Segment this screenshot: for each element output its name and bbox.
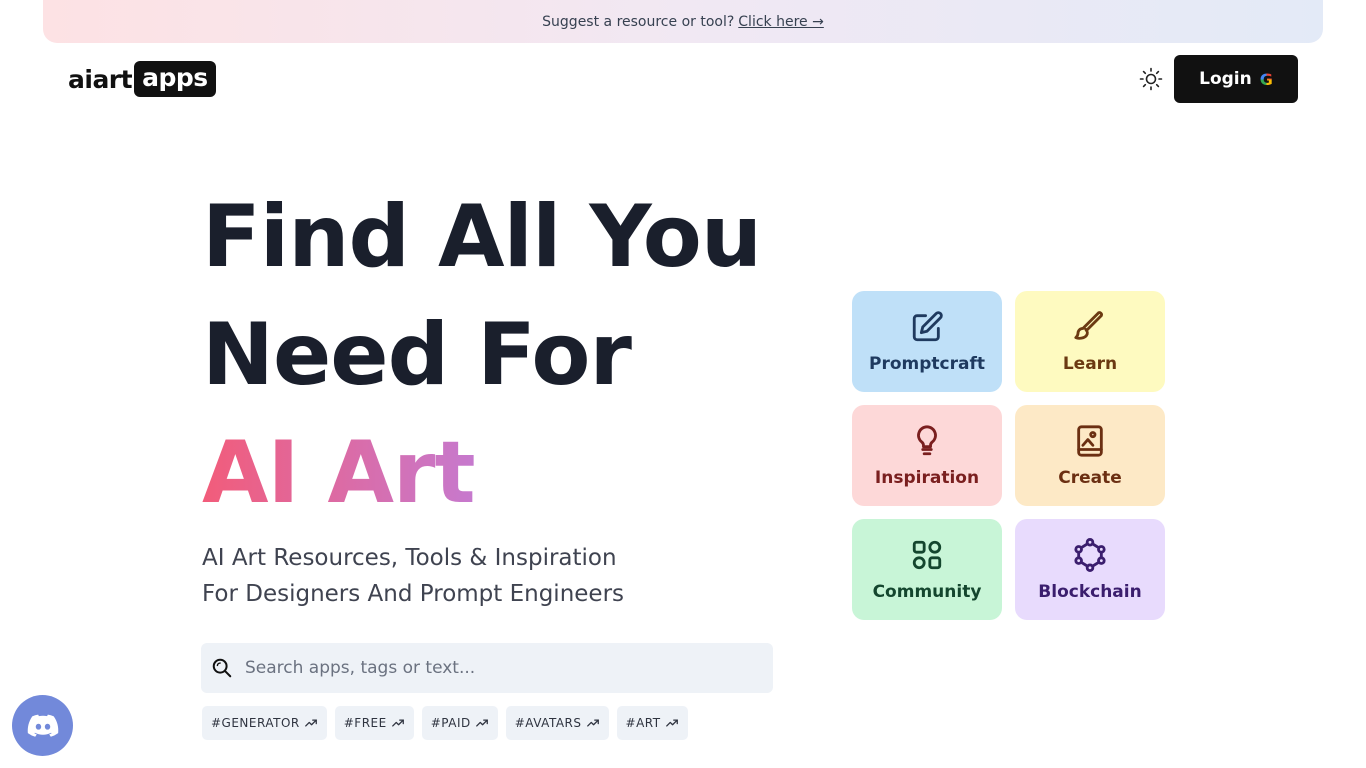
category-label: Blockchain (1038, 581, 1142, 602)
category-blockchain[interactable]: Blockchain (1015, 519, 1165, 620)
search-input[interactable] (245, 658, 773, 678)
hero-line-1: Find All You (202, 187, 762, 287)
google-icon: G (1259, 69, 1273, 89)
trending-icon (475, 719, 488, 727)
search-icon (211, 657, 233, 679)
trending-icon (665, 719, 678, 727)
tag-avatars[interactable]: #AVATARS (505, 706, 609, 740)
grid-shapes-icon (912, 540, 942, 569)
hero-heading: Find All You Need For AI Art (202, 178, 822, 532)
image-book-icon (1077, 424, 1103, 457)
brush-icon (1074, 310, 1103, 340)
theme-toggle-sun-icon[interactable] (1139, 67, 1163, 91)
tag-label: #FREE (343, 716, 387, 730)
category-inspiration[interactable]: Inspiration (852, 405, 1002, 506)
logo[interactable]: aiart apps (68, 61, 216, 97)
discord-button[interactable] (12, 695, 73, 756)
lightbulb-icon (917, 424, 937, 455)
category-grid: Promptcraft Learn Inspiration Create Com… (852, 291, 1165, 620)
tag-art[interactable]: #ART (616, 706, 688, 740)
search-bar (201, 643, 773, 693)
tag-label: #AVATARS (514, 716, 582, 730)
trending-icon (304, 719, 317, 727)
tag-label: #GENERATOR (211, 716, 300, 730)
discord-icon (27, 714, 58, 737)
category-create[interactable]: Create (1015, 405, 1165, 506)
login-label: Login (1199, 69, 1252, 89)
trending-icon (391, 719, 404, 727)
category-label: Promptcraft (869, 353, 985, 374)
tag-list: #GENERATOR #FREE #PAID #AVATARS #ART (202, 706, 688, 740)
network-icon (1074, 537, 1106, 572)
category-promptcraft[interactable]: Promptcraft (852, 291, 1002, 392)
hero-subtitle: AI Art Resources, Tools & Inspiration Fo… (202, 540, 802, 612)
trending-icon (586, 719, 599, 727)
tag-free[interactable]: #FREE (334, 706, 414, 740)
suggest-banner: Suggest a resource or tool? Click here → (43, 0, 1323, 43)
tag-label: #ART (625, 716, 661, 730)
banner-link[interactable]: Click here → (738, 14, 824, 30)
subtitle-line-1: AI Art Resources, Tools & Inspiration (202, 545, 617, 571)
category-label: Learn (1062, 353, 1118, 374)
logo-text-apps: apps (134, 61, 216, 97)
hero-line-3: AI Art (202, 414, 822, 532)
subtitle-line-2: For Designers And Prompt Engineers (202, 581, 625, 607)
category-label: Inspiration (874, 467, 980, 488)
hero-line-2: Need For (202, 305, 632, 405)
category-learn[interactable]: Learn (1015, 291, 1165, 392)
login-button[interactable]: Login G (1174, 55, 1298, 103)
category-community[interactable]: Community (852, 519, 1002, 620)
banner-text: Suggest a resource or tool? (542, 13, 735, 30)
tag-generator[interactable]: #GENERATOR (202, 706, 327, 740)
logo-text-aiart: aiart (68, 64, 133, 94)
category-label: Create (1058, 467, 1122, 488)
tag-paid[interactable]: #PAID (421, 706, 498, 740)
category-label: Community (872, 581, 982, 602)
tag-label: #PAID (430, 716, 471, 730)
edit-icon (912, 310, 943, 341)
